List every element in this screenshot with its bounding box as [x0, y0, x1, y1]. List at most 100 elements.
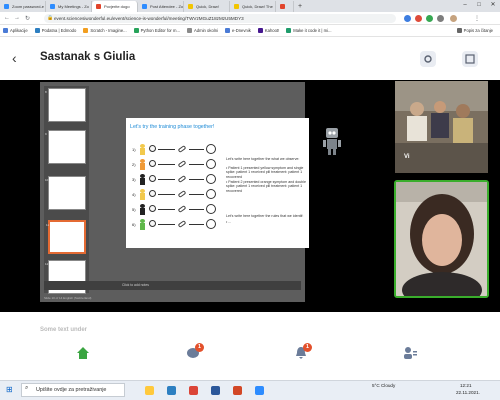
- bookmark-item[interactable]: Scratch - Imagine...: [83, 28, 127, 33]
- puzzle-icon[interactable]: [437, 15, 444, 22]
- zoom-icon[interactable]: [255, 386, 264, 395]
- menu-dots-icon[interactable]: ⋮: [474, 15, 480, 22]
- slide-thumbnail-selected[interactable]: 11: [46, 220, 86, 254]
- url-input[interactable]: 🔒 event.sciencesiwonderful.eu/event/scie…: [44, 14, 396, 23]
- chrome-icon[interactable]: [189, 386, 198, 395]
- participants-icon[interactable]: [403, 346, 417, 360]
- slide-thumbnail[interactable]: 10: [45, 176, 86, 210]
- meeting-header: ‹ Sastanak s Giulia: [0, 38, 500, 80]
- tab-favicon-icon: [96, 4, 101, 9]
- status-bar: Slide 10 of 14 English (Switzerland): [44, 296, 92, 300]
- bookmark-item[interactable]: Kahoot!: [257, 28, 279, 33]
- maximize-icon[interactable]: □: [472, 0, 486, 12]
- layout-button[interactable]: [462, 51, 478, 67]
- bookmarks-bar: Aplikacije Podatna | Edmodo Scratch - Im…: [0, 25, 500, 37]
- search-icon: ⌕: [25, 385, 29, 391]
- close-icon[interactable]: ✕: [486, 0, 500, 12]
- slide-thumbnail-panel: 8 9 10 11 12: [44, 86, 89, 294]
- patient-figure-icon: [140, 144, 145, 155]
- observation-item: • Patient 1 presented yellow symptom and…: [226, 166, 304, 179]
- heartbeat-icon: [149, 145, 156, 152]
- slide-thumbnail[interactable]: 9: [45, 130, 86, 164]
- bookmark-favicon-icon: [34, 28, 40, 33]
- patient-figure-icon: [140, 204, 145, 215]
- clock-time[interactable]: 12:21: [460, 383, 472, 388]
- rules-item: • ...: [226, 220, 232, 224]
- participant-video: [396, 182, 487, 296]
- heartbeat-icon: [149, 175, 156, 182]
- reload-icon[interactable]: ↻: [25, 15, 30, 22]
- patient-row: 1): [132, 144, 222, 157]
- weather-status[interactable]: 5°C Cloudy: [372, 383, 395, 388]
- bookmark-item[interactable]: e-Dnevnik: [224, 28, 251, 33]
- patient-row: 5): [132, 204, 222, 217]
- page-title: Sastanak s Giulia: [40, 51, 136, 63]
- taskbar-app-icon[interactable]: [167, 386, 176, 395]
- settings-button[interactable]: [420, 51, 436, 67]
- tab-favicon-icon: [50, 4, 55, 9]
- new-tab-button[interactable]: +: [294, 1, 306, 12]
- extension-icon[interactable]: [415, 15, 422, 22]
- pill-icon: [177, 175, 187, 183]
- heartbeat-icon: [149, 205, 156, 212]
- extension-icon[interactable]: [426, 15, 433, 22]
- tab-favicon-icon: [4, 4, 9, 9]
- clock-date[interactable]: 22.11.2021.: [456, 390, 480, 395]
- bookmark-item[interactable]: Podatna | Edmodo: [34, 28, 76, 33]
- avatar[interactable]: [450, 15, 457, 22]
- browser-tab[interactable]: Post Attendee - Zo: [138, 1, 184, 12]
- patient-figure-icon: [140, 174, 145, 185]
- forward-arrow-icon[interactable]: →: [14, 15, 20, 21]
- face-icon: [206, 204, 216, 214]
- powerpoint-icon[interactable]: [233, 386, 242, 395]
- windows-start-icon[interactable]: ⊞: [6, 385, 13, 394]
- bookmark-item[interactable]: Python Editor for m...: [133, 28, 180, 33]
- patient-row: 4): [132, 189, 222, 202]
- browser-tab[interactable]: Quick, Draw! The: [230, 1, 276, 12]
- face-icon: [206, 174, 216, 184]
- pill-icon: [177, 220, 187, 228]
- pill-icon: [177, 205, 187, 213]
- browser-tab[interactable]: [276, 1, 294, 12]
- home-icon[interactable]: [76, 346, 90, 360]
- back-arrow-icon[interactable]: ←: [4, 15, 10, 21]
- reading-list[interactable]: Popis za čitanje: [456, 28, 493, 33]
- bottom-navigation: 1 1: [0, 340, 500, 373]
- face-icon: [206, 144, 216, 154]
- tab-favicon-icon: [280, 4, 285, 9]
- gear-icon: [424, 55, 432, 63]
- taskbar-search-input[interactable]: Upišite ovdje za pretraživanje: [21, 383, 125, 397]
- heartbeat-icon: [149, 160, 156, 167]
- rules-intro: Let's write here together the rules that…: [226, 214, 304, 218]
- bookmark-favicon-icon: [133, 28, 139, 33]
- browser-tab[interactable]: Zoom password-e: [0, 1, 46, 12]
- bookmark-favicon-icon: [186, 28, 192, 33]
- slide-thumbnail[interactable]: 8: [45, 88, 86, 122]
- face-icon: [206, 189, 216, 199]
- face-icon: [206, 219, 216, 229]
- file-explorer-icon[interactable]: [145, 386, 154, 395]
- bookmark-favicon-icon: [257, 28, 263, 33]
- extension-icon[interactable]: [404, 15, 411, 22]
- minimize-icon[interactable]: –: [458, 0, 472, 12]
- face-icon: [206, 159, 216, 169]
- heartbeat-icon: [149, 220, 156, 227]
- browser-tab-bar: Zoom password-e My Meetings - Zo Povjeri…: [0, 0, 500, 12]
- participant-video-tile-active[interactable]: [394, 180, 489, 298]
- bookmark-item[interactable]: Admin okolni: [186, 28, 218, 33]
- patient-figure-icon: [140, 219, 145, 230]
- notes-area[interactable]: Click to add notes: [44, 281, 301, 290]
- bookmark-favicon-icon: [83, 28, 89, 33]
- bookmark-item[interactable]: Make it code it | mi...: [286, 28, 332, 33]
- browser-tab[interactable]: Quick, Draw!: [184, 1, 230, 12]
- browser-tab-active[interactable]: Povjerite dogo: [92, 1, 138, 12]
- robot-icon: [323, 128, 341, 155]
- back-button[interactable]: ‹: [12, 50, 17, 66]
- observe-intro: Let's write here together the what we ob…: [226, 157, 300, 161]
- pill-icon: [177, 145, 187, 153]
- word-icon[interactable]: [211, 386, 220, 395]
- bookmark-item[interactable]: Aplikacije: [3, 28, 28, 33]
- browser-tab[interactable]: My Meetings - Zo: [46, 1, 92, 12]
- tab-favicon-icon: [234, 4, 239, 9]
- tab-favicon-icon: [142, 4, 147, 9]
